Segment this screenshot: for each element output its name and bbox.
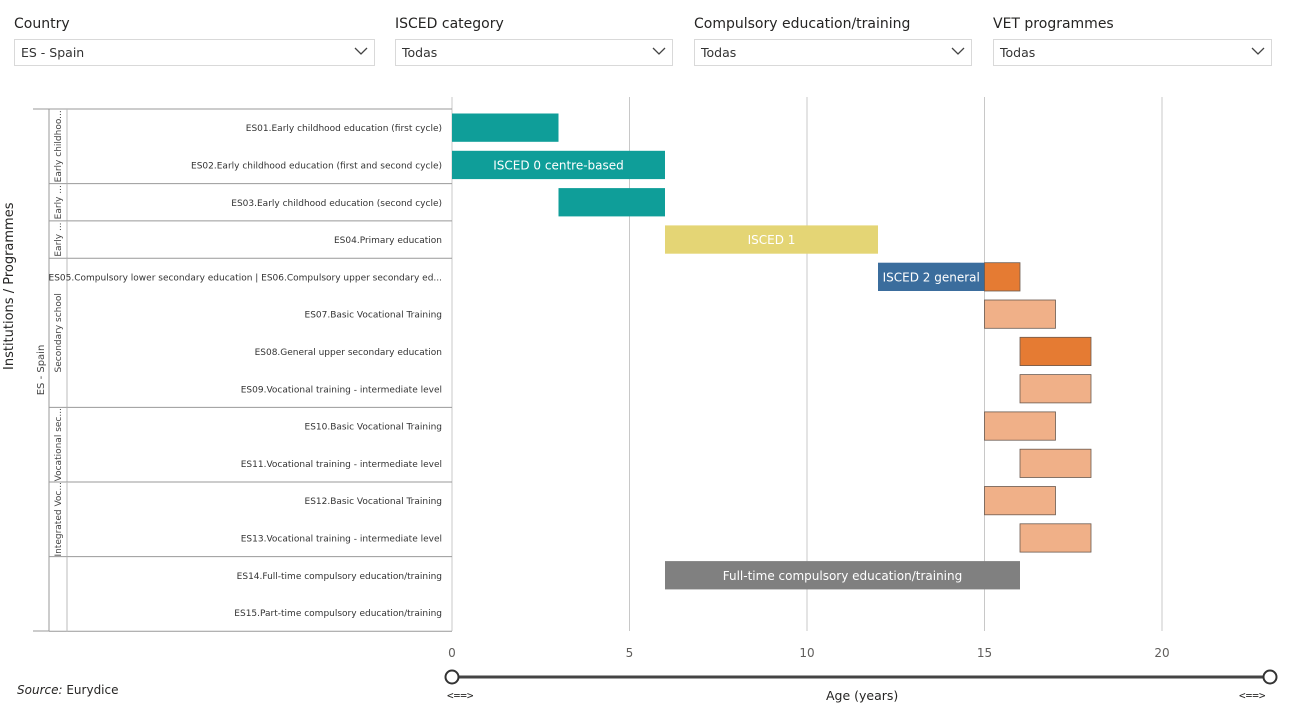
source-text: Eurydice — [62, 683, 119, 697]
range-bar — [984, 262, 1021, 292]
country-dropdown-value: ES - Spain — [21, 45, 85, 60]
x-tick-label: 10 — [799, 646, 814, 660]
bar-label: ISCED 1 — [748, 233, 796, 247]
vet-dropdown-value: Todas — [1000, 45, 1036, 60]
x-axis-title: Age (years) — [826, 688, 899, 703]
slider-max-label: <==> — [1239, 689, 1266, 702]
category-label: ES14.Full-time compulsory education/trai… — [237, 572, 442, 582]
vet-dropdown[interactable]: Todas — [993, 39, 1272, 66]
range-bar — [1019, 374, 1092, 404]
group-label: Early childhoo... — [54, 110, 64, 182]
country-filter: Country ES - Spain — [14, 14, 375, 66]
category-label: ES11.Vocational training - intermediate … — [241, 460, 442, 470]
vet-filter: VET programmes Todas — [993, 14, 1272, 66]
range-bar — [558, 188, 665, 217]
x-tick-label: 0 — [448, 646, 456, 660]
isced-filter-label: ISCED category — [395, 16, 504, 32]
age-slider-min-handle[interactable] — [444, 669, 460, 685]
range-bar — [1019, 523, 1092, 553]
category-label: ES08.General upper secondary education — [255, 348, 442, 358]
category-label: ES13.Vocational training - intermediate … — [241, 534, 442, 544]
bar-label: Full-time compulsory education/training — [723, 569, 962, 583]
isced-dropdown-value: Todas — [402, 45, 438, 60]
range-bar — [452, 113, 559, 142]
age-slider-max-handle[interactable] — [1262, 669, 1278, 685]
range-bar — [984, 411, 1056, 441]
age-range-chart: 0 5 10 15 20 ES - Spain Early childhoo... Early… — [33, 97, 1278, 685]
chevron-down-icon — [652, 47, 666, 55]
category-label: ES12.Basic Vocational Training — [305, 497, 442, 507]
bar-label: ISCED 0 centre-based — [493, 158, 624, 172]
y-axis-title: Institutions / Programmes — [2, 202, 17, 371]
group-label: Integrated Voc... — [54, 482, 64, 557]
country-dropdown[interactable]: ES - Spain — [14, 39, 375, 66]
x-tick-label: 20 — [1154, 646, 1169, 660]
source-note: Source: Eurydice — [17, 683, 119, 697]
group-label: Vocational sec... — [54, 408, 64, 481]
range-bar — [984, 299, 1056, 329]
isced-dropdown[interactable]: Todas — [395, 39, 673, 66]
compulsory-dropdown-value: Todas — [701, 45, 737, 60]
category-label: ES02.Early childhood education (first an… — [191, 161, 442, 171]
category-label: ES07.Basic Vocational Training — [305, 311, 442, 321]
country-group-label: ES - Spain — [36, 345, 47, 396]
isced-filter: ISCED category Todas — [395, 14, 673, 66]
bar-label: ISCED 2 general — [883, 270, 980, 284]
group-label: Early ... — [54, 222, 64, 256]
category-label: ES10.Basic Vocational Training — [305, 423, 442, 433]
slider-min-label: <==> — [447, 689, 474, 702]
range-bar — [1019, 336, 1092, 366]
range-bar — [1019, 448, 1092, 478]
chevron-down-icon — [1251, 47, 1265, 55]
category-label: ES05.Compulsory lower secondary educatio… — [49, 273, 442, 283]
vet-filter-label: VET programmes — [993, 16, 1114, 32]
group-label: Early ... — [54, 185, 64, 219]
category-label: ES09.Vocational training - intermediate … — [241, 385, 442, 395]
x-tick-label: 15 — [977, 646, 992, 660]
chevron-down-icon — [354, 47, 368, 55]
chevron-down-icon — [951, 47, 965, 55]
range-bar — [984, 486, 1056, 516]
country-filter-label: Country — [14, 16, 70, 32]
category-label: ES04.Primary education — [334, 236, 442, 246]
compulsory-filter-label: Compulsory education/training — [694, 16, 911, 32]
category-label: ES03.Early childhood education (second c… — [231, 199, 442, 209]
source-prefix: Source: — [17, 683, 63, 697]
category-label: ES15.Part-time compulsory education/trai… — [234, 609, 442, 619]
group-label: Secondary school — [54, 293, 64, 372]
x-tick-label: 5 — [626, 646, 634, 660]
compulsory-dropdown[interactable]: Todas — [694, 39, 972, 66]
compulsory-filter: Compulsory education/training Todas — [694, 14, 972, 66]
category-label: ES01.Early childhood education (first cy… — [246, 124, 442, 134]
